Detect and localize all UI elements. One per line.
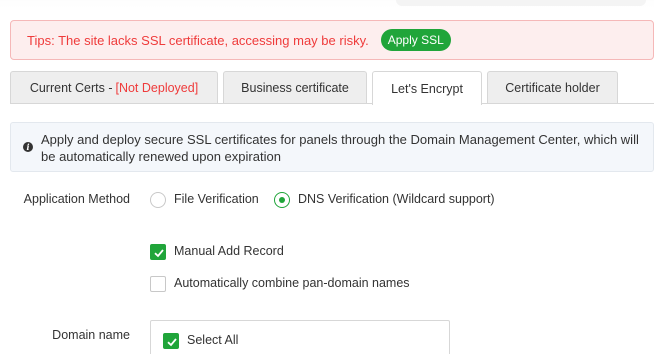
tab-certificate-holder[interactable]: Certificate holder (487, 71, 618, 104)
info-notice-text: Apply and deploy secure SSL certificates… (41, 132, 639, 164)
combine-pan-domain-label[interactable]: Automatically combine pan-domain names (174, 276, 410, 290)
file-verification-radio[interactable] (150, 192, 166, 208)
select-all-checkbox[interactable] (163, 333, 179, 349)
domain-list-box: Select All (150, 320, 450, 354)
tab-business-certificate[interactable]: Business certificate (223, 71, 367, 104)
info-icon: i (23, 142, 33, 152)
tab-lets-encrypt[interactable]: Let's Encrypt (372, 71, 482, 105)
combine-pan-domain-checkbox[interactable] (150, 276, 166, 292)
ssl-warning-alert: Tips: The site lacks SSL certificate, ac… (10, 20, 654, 60)
apply-ssl-button[interactable]: Apply SSL (380, 29, 451, 51)
manual-add-record-checkbox[interactable] (150, 244, 166, 260)
checkmark-icon (154, 249, 164, 258)
tab-certificate-holder-label: Certificate holder (505, 81, 600, 95)
tab-lets-encrypt-label: Let's Encrypt (391, 81, 463, 96)
info-notice: i Apply and deploy secure SSL certificat… (10, 122, 654, 172)
dns-verification-radio[interactable] (274, 192, 290, 208)
ssl-settings-panel: Tips: The site lacks SSL certificate, ac… (0, 0, 654, 354)
certificate-tabs: Current Certs - [Not Deployed] Business … (10, 71, 654, 105)
select-all-label[interactable]: Select All (187, 333, 238, 347)
manual-add-record-label[interactable]: Manual Add Record (174, 244, 284, 258)
checkmark-icon (167, 338, 177, 347)
tab-current-certs-label: Current Certs - (29, 81, 113, 95)
domain-name-label: Domain name (52, 328, 130, 342)
dns-verification-label[interactable]: DNS Verification (Wildcard support) (298, 192, 495, 206)
tab-business-certificate-label: Business certificate (241, 81, 349, 95)
ssl-warning-text: Tips: The site lacks SSL certificate, ac… (27, 32, 369, 48)
tab-current-certs[interactable]: Current Certs - [Not Deployed] (10, 71, 218, 104)
file-verification-label[interactable]: File Verification (174, 192, 259, 206)
top-scroll-pill (396, 0, 646, 6)
top-strip (0, 0, 654, 8)
application-method-label: Application Method (23, 192, 130, 206)
tab-current-certs-status: [Not Deployed] (115, 81, 199, 95)
